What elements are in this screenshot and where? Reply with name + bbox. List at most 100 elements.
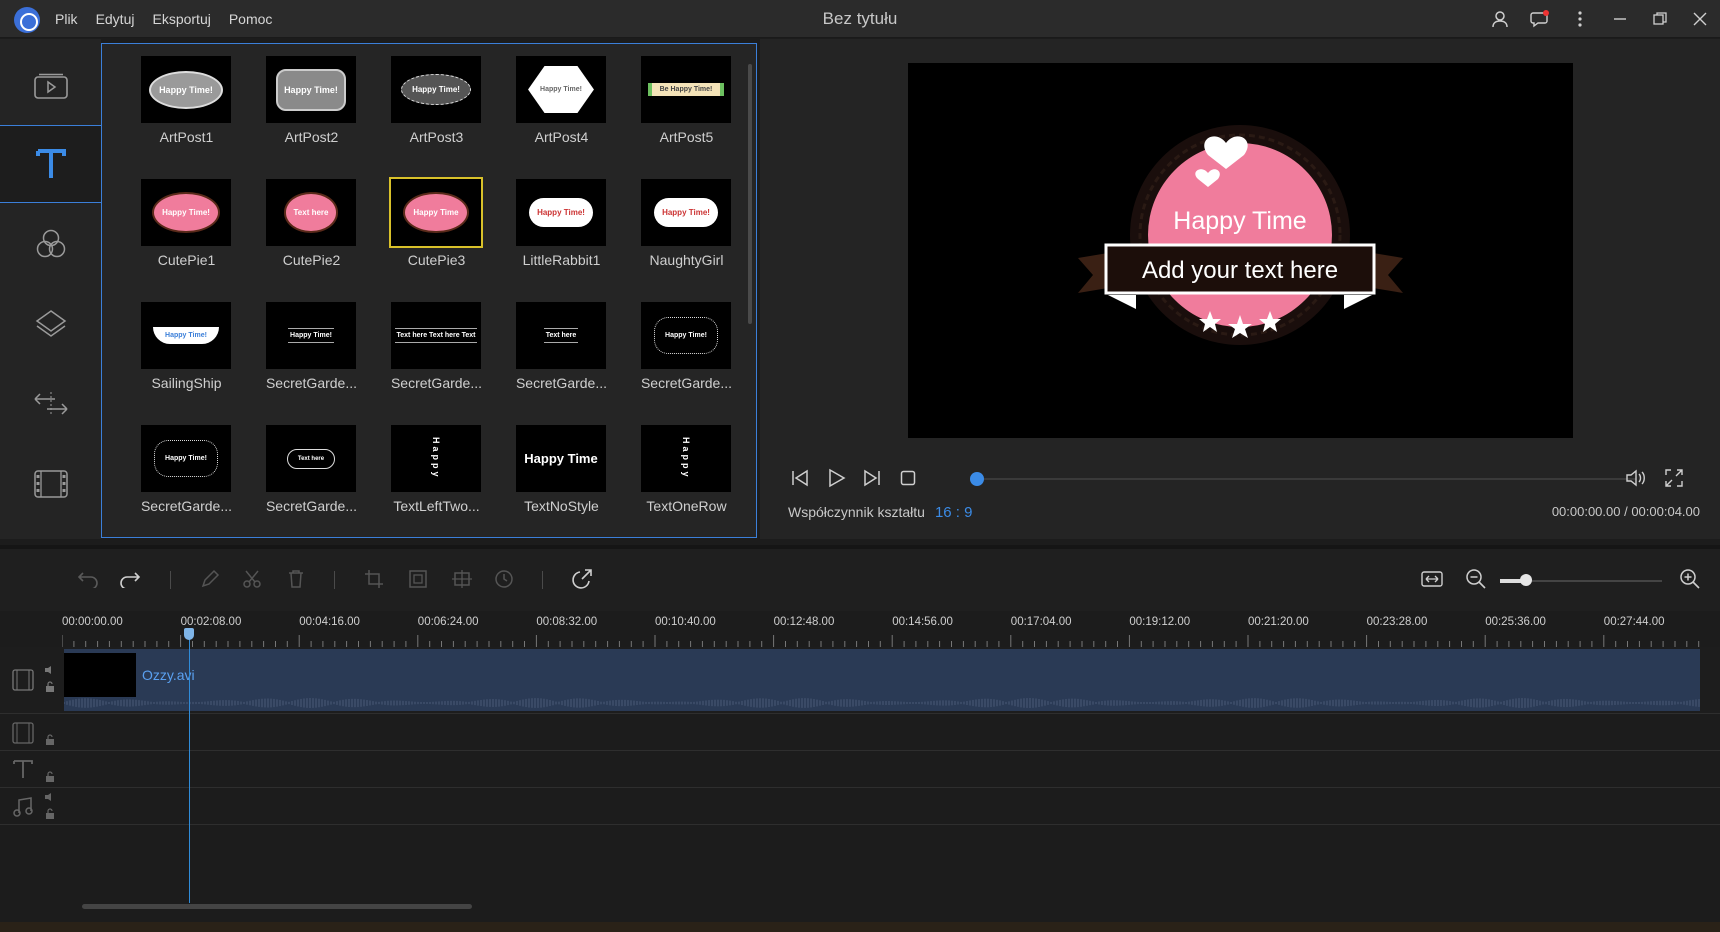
timeline-zoom-knob[interactable] <box>1520 574 1532 586</box>
video-clip[interactable]: Ozzy.avi <box>64 649 1700 711</box>
fullscreen-icon[interactable] <box>1660 464 1688 492</box>
delete-icon[interactable] <box>282 565 310 593</box>
volume-icon[interactable] <box>1622 464 1650 492</box>
template-thumbnail: Happy <box>641 425 731 492</box>
more-menu-icon[interactable] <box>1568 7 1592 31</box>
template-thumbnail-text: Happy Time <box>403 192 469 233</box>
playhead-handle[interactable] <box>184 628 194 640</box>
template-tile[interactable]: Happy TextOneRow <box>624 425 749 548</box>
template-tile[interactable]: Happy Time! ArtPost1 <box>124 56 249 179</box>
edit-pencil-icon[interactable] <box>196 565 224 593</box>
mosaic-icon[interactable] <box>448 565 476 593</box>
template-thumbnail: Happy Time! <box>141 425 231 492</box>
timeline-hscrollbar[interactable] <box>82 904 472 909</box>
rail-text[interactable] <box>0 125 101 203</box>
text-track-lock-icon[interactable] <box>45 771 55 783</box>
template-thumbnail-text: Happy Time! <box>528 66 594 113</box>
duration-icon[interactable] <box>490 565 518 593</box>
overlay-track-lock-icon[interactable] <box>45 734 55 746</box>
cut-icon[interactable] <box>238 565 266 593</box>
rail-overlays[interactable] <box>0 285 101 363</box>
playback-progress-track[interactable] <box>976 478 1636 480</box>
template-label: TextNoStyle <box>524 498 599 514</box>
timeline-playhead[interactable] <box>189 628 190 903</box>
menu-file[interactable]: Plik <box>55 11 78 27</box>
rail-transitions[interactable] <box>0 365 101 443</box>
video-track-lock-icon[interactable] <box>45 681 55 693</box>
minimize-icon[interactable] <box>1608 7 1632 31</box>
tool-rail <box>0 39 101 539</box>
rail-media[interactable] <box>0 47 101 125</box>
template-thumbnail: Text here Text here Text <box>391 302 481 369</box>
template-tile[interactable]: Happy Time! CutePie1 <box>124 179 249 302</box>
media-icon <box>33 73 68 99</box>
layers-icon <box>35 310 66 337</box>
zoom-out-icon[interactable] <box>1462 565 1490 593</box>
export-share-icon[interactable] <box>568 565 596 593</box>
template-thumbnail-text: Happy Time! <box>154 440 218 477</box>
menu-edit[interactable]: Edytuj <box>96 11 135 27</box>
prev-frame-icon[interactable] <box>786 464 814 492</box>
template-tile[interactable]: Happy TextLeftTwo... <box>374 425 499 548</box>
crop-icon[interactable] <box>360 565 388 593</box>
template-tile[interactable]: Happy Time! ArtPost4 <box>499 56 624 179</box>
preview-body-text[interactable]: Add your text here <box>1142 257 1338 284</box>
fit-timeline-icon[interactable] <box>1418 565 1446 593</box>
template-tile[interactable]: Happy Time! NaughtyGirl <box>624 179 749 302</box>
template-label: ArtPost5 <box>659 129 714 145</box>
redo-icon[interactable] <box>116 565 144 593</box>
clip-thumbnail <box>64 653 136 697</box>
template-thumbnail: Happy Time! <box>516 179 606 246</box>
app-logo-icon <box>14 7 40 33</box>
zoom-region-icon[interactable] <box>404 565 432 593</box>
ruler-label: 00:08:32.00 <box>536 616 598 628</box>
music-track-lock-icon[interactable] <box>45 808 55 820</box>
panel-scrollbar[interactable] <box>748 64 752 324</box>
timeline-ruler[interactable]: 00:00:00.00 00:02:08.00 00:04:16.00 00:06:2… <box>62 611 1702 647</box>
zoom-in-icon[interactable] <box>1676 565 1704 593</box>
playback-progress-knob[interactable] <box>970 472 984 486</box>
template-thumbnail: Happy Time! <box>391 56 481 123</box>
rail-filters[interactable] <box>0 205 101 283</box>
template-label: ArtPost4 <box>534 129 589 145</box>
template-thumbnail-text: Happy Time! <box>654 317 718 354</box>
template-tile[interactable]: Happy Time! SecretGarde... <box>624 302 749 425</box>
user-icon[interactable] <box>1488 7 1512 31</box>
stop-icon[interactable] <box>894 464 922 492</box>
template-label: ArtPost2 <box>284 129 339 145</box>
menu-export[interactable]: Eksportuj <box>152 11 210 27</box>
music-track-audio-icon[interactable] <box>44 792 56 802</box>
menu-help[interactable]: Pomoc <box>229 11 273 27</box>
template-tile[interactable]: Text here Text here Text SecretGarde... <box>374 302 499 425</box>
edit-toolbar <box>0 545 1720 611</box>
video-track-icon <box>12 669 34 691</box>
aspect-ratio-value[interactable]: 16 : 9 <box>935 504 973 521</box>
template-tile[interactable]: Happy Time! SailingShip <box>124 302 249 425</box>
rail-elements[interactable] <box>0 445 101 523</box>
template-tile[interactable]: Happy Time! ArtPost3 <box>374 56 499 179</box>
restore-icon[interactable] <box>1648 7 1672 31</box>
template-thumbnail-text: Happy <box>431 437 441 480</box>
template-tile[interactable]: Text here CutePie2 <box>249 179 374 302</box>
video-track-header <box>0 647 62 713</box>
template-thumbnail-text: Happy Time! <box>401 74 471 105</box>
undo-icon[interactable] <box>74 565 102 593</box>
template-thumbnail-text: Happy Time! <box>149 70 223 109</box>
template-tile[interactable]: Be Happy Time! ArtPost5 <box>624 56 749 179</box>
close-icon[interactable] <box>1688 7 1712 31</box>
template-tile[interactable]: Text here SecretGarde... <box>499 302 624 425</box>
clip-name: Ozzy.avi <box>142 667 195 683</box>
template-tile[interactable]: Text here SecretGarde... <box>249 425 374 548</box>
ruler-label: 00:04:16.00 <box>299 616 360 628</box>
chat-icon[interactable] <box>1528 7 1552 31</box>
template-tile[interactable]: Happy Time! SecretGarde... <box>124 425 249 548</box>
template-thumbnail-text: Happy Time! <box>153 327 219 344</box>
play-icon[interactable] <box>822 464 850 492</box>
template-tile[interactable]: Happy Time! LittleRabbit1 <box>499 179 624 302</box>
next-frame-icon[interactable] <box>858 464 886 492</box>
template-tile[interactable]: Happy Time! SecretGarde... <box>249 302 374 425</box>
template-tile[interactable]: Happy Time! ArtPost2 <box>249 56 374 179</box>
video-track-audio-icon[interactable] <box>44 665 56 675</box>
template-tile[interactable]: Happy Time TextNoStyle <box>499 425 624 548</box>
template-tile[interactable]: Happy Time CutePie3 <box>374 177 499 302</box>
